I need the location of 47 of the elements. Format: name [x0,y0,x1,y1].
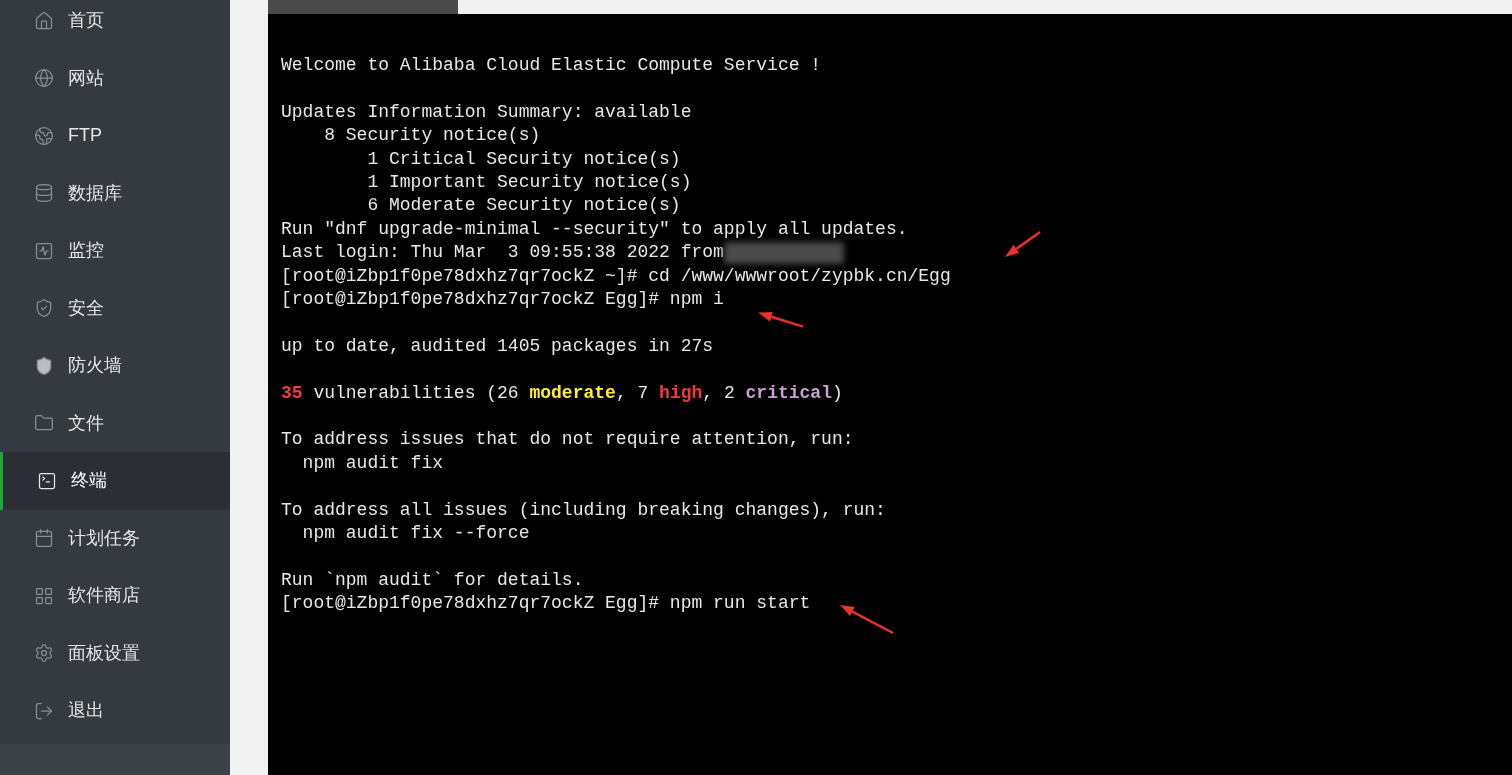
shield-icon [34,355,54,376]
sidebar-item[interactable]: 防火墙 [0,337,230,395]
terminal-line: [root@iZbp1f0pe78dxhz7qr7ockZ Egg]# npm run start [281,592,811,616]
globe-icon [34,68,54,89]
terminal-line: 6 Moderate Security notice(s) [366,194,681,218]
terminal-line: npm audit fix [301,451,444,475]
sidebar-item[interactable]: 监控 [0,222,230,280]
sidebar-item[interactable]: 文件 [0,394,230,452]
calendar-icon [34,528,54,549]
terminal-line: [root@iZbp1f0pe78dxhz7qr7ockZ Egg]# npm i [281,288,724,312]
shield-check-icon [34,298,54,319]
database-icon [34,183,54,204]
terminal-line: npm audit fix --force [301,522,530,546]
chart-square-icon [34,240,54,261]
terminal-line: To address issues that do not require attention, run: [281,428,854,452]
home-icon [34,10,54,31]
grid-icon [34,585,54,606]
terminal-line: Run "dnf upgrade-minimal --security" to apply all updates. [281,217,908,241]
terminal-line: 35 vulnerabilities (26 moderate, 7 high, 2 critical) [281,381,843,405]
annotation-arrow [838,603,895,635]
terminal-line: Last login: Thu Mar 3 09:55:38 2022 from [281,241,724,265]
sidebar-item[interactable]: 面板设置 [0,624,230,682]
terminal-icon [37,470,57,491]
terminal-line: [root@iZbp1f0pe78dxhz7qr7ockZ ~]# cd /www/wwwroot/zypbk.cn/Egg [281,264,951,288]
globe-icon [34,125,54,146]
terminal-line: Welcome to Alibaba Cloud Elastic Compute Service ! [281,54,822,77]
settings-icon [34,643,54,664]
terminal-line: Run `npm audit` for details. [281,568,584,592]
sidebar-item[interactable]: 终端 [0,452,230,510]
sidebar-item[interactable]: 安全 [0,279,230,337]
terminal-line: 8 Security notice(s) [323,124,541,148]
terminal-line: To address all issues (including breaking changes), run: [281,498,886,522]
logout-icon [34,700,54,721]
terminal-line: Updates Information Summary: available [281,100,692,124]
annotation-arrow [1003,230,1042,259]
terminal-line: 1 Critical Security notice(s) [366,147,681,171]
annotation-arrow [756,310,805,329]
terminal-line: 1 Important Security notice(s) [366,171,692,194]
terminal-line: up to date, audited 1405 packages in 27s [281,334,714,358]
sidebar-item[interactable]: 软件商店 [0,567,230,625]
sidebar-item[interactable]: 计划任务 [0,509,230,567]
sidebar-item[interactable]: 数据库 [0,164,230,222]
terminal-tab[interactable] [268,0,458,14]
sidebar-item[interactable]: FTP [0,107,230,165]
sidebar-item[interactable]: 退出 [0,682,230,740]
sidebar-item[interactable]: 网站 [0,49,230,107]
sidebar-item[interactable]: 首页 [0,0,230,50]
